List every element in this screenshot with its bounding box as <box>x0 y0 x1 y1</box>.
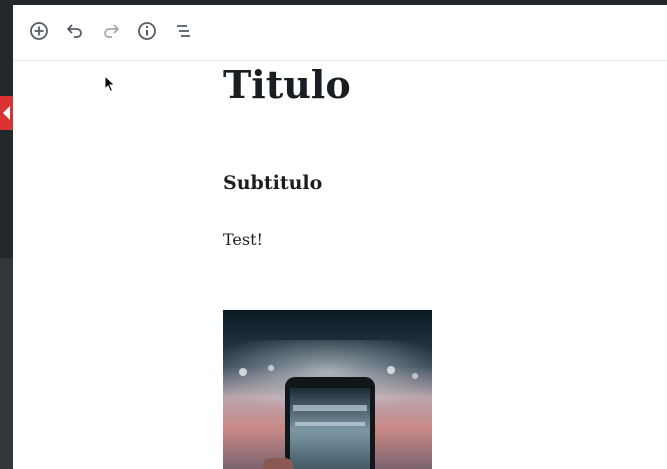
heading-block[interactable]: Subtitulo <box>223 171 322 195</box>
info-button[interactable] <box>135 19 159 43</box>
image-block[interactable] <box>223 310 432 469</box>
redo-icon <box>104 24 119 38</box>
admin-sidebar <box>0 0 13 469</box>
list-icon <box>177 25 190 37</box>
add-block-button[interactable] <box>27 19 51 43</box>
admin-sidebar-lower <box>0 258 13 469</box>
sidebar-collapse-toggle[interactable] <box>0 96 13 130</box>
undo-button[interactable] <box>63 19 87 43</box>
editor-toolbar <box>13 5 667 61</box>
redo-button[interactable] <box>99 19 123 43</box>
post-title[interactable]: Titulo <box>223 61 351 109</box>
phone-photo-image <box>223 310 432 469</box>
undo-icon <box>67 24 82 38</box>
outline-button[interactable] <box>171 19 195 43</box>
plus-circle-icon <box>30 22 48 40</box>
info-icon <box>138 22 156 40</box>
mouse-cursor-icon <box>104 75 116 93</box>
collapse-arrow-icon <box>3 106 10 120</box>
paragraph-block[interactable]: Test! <box>223 229 263 251</box>
